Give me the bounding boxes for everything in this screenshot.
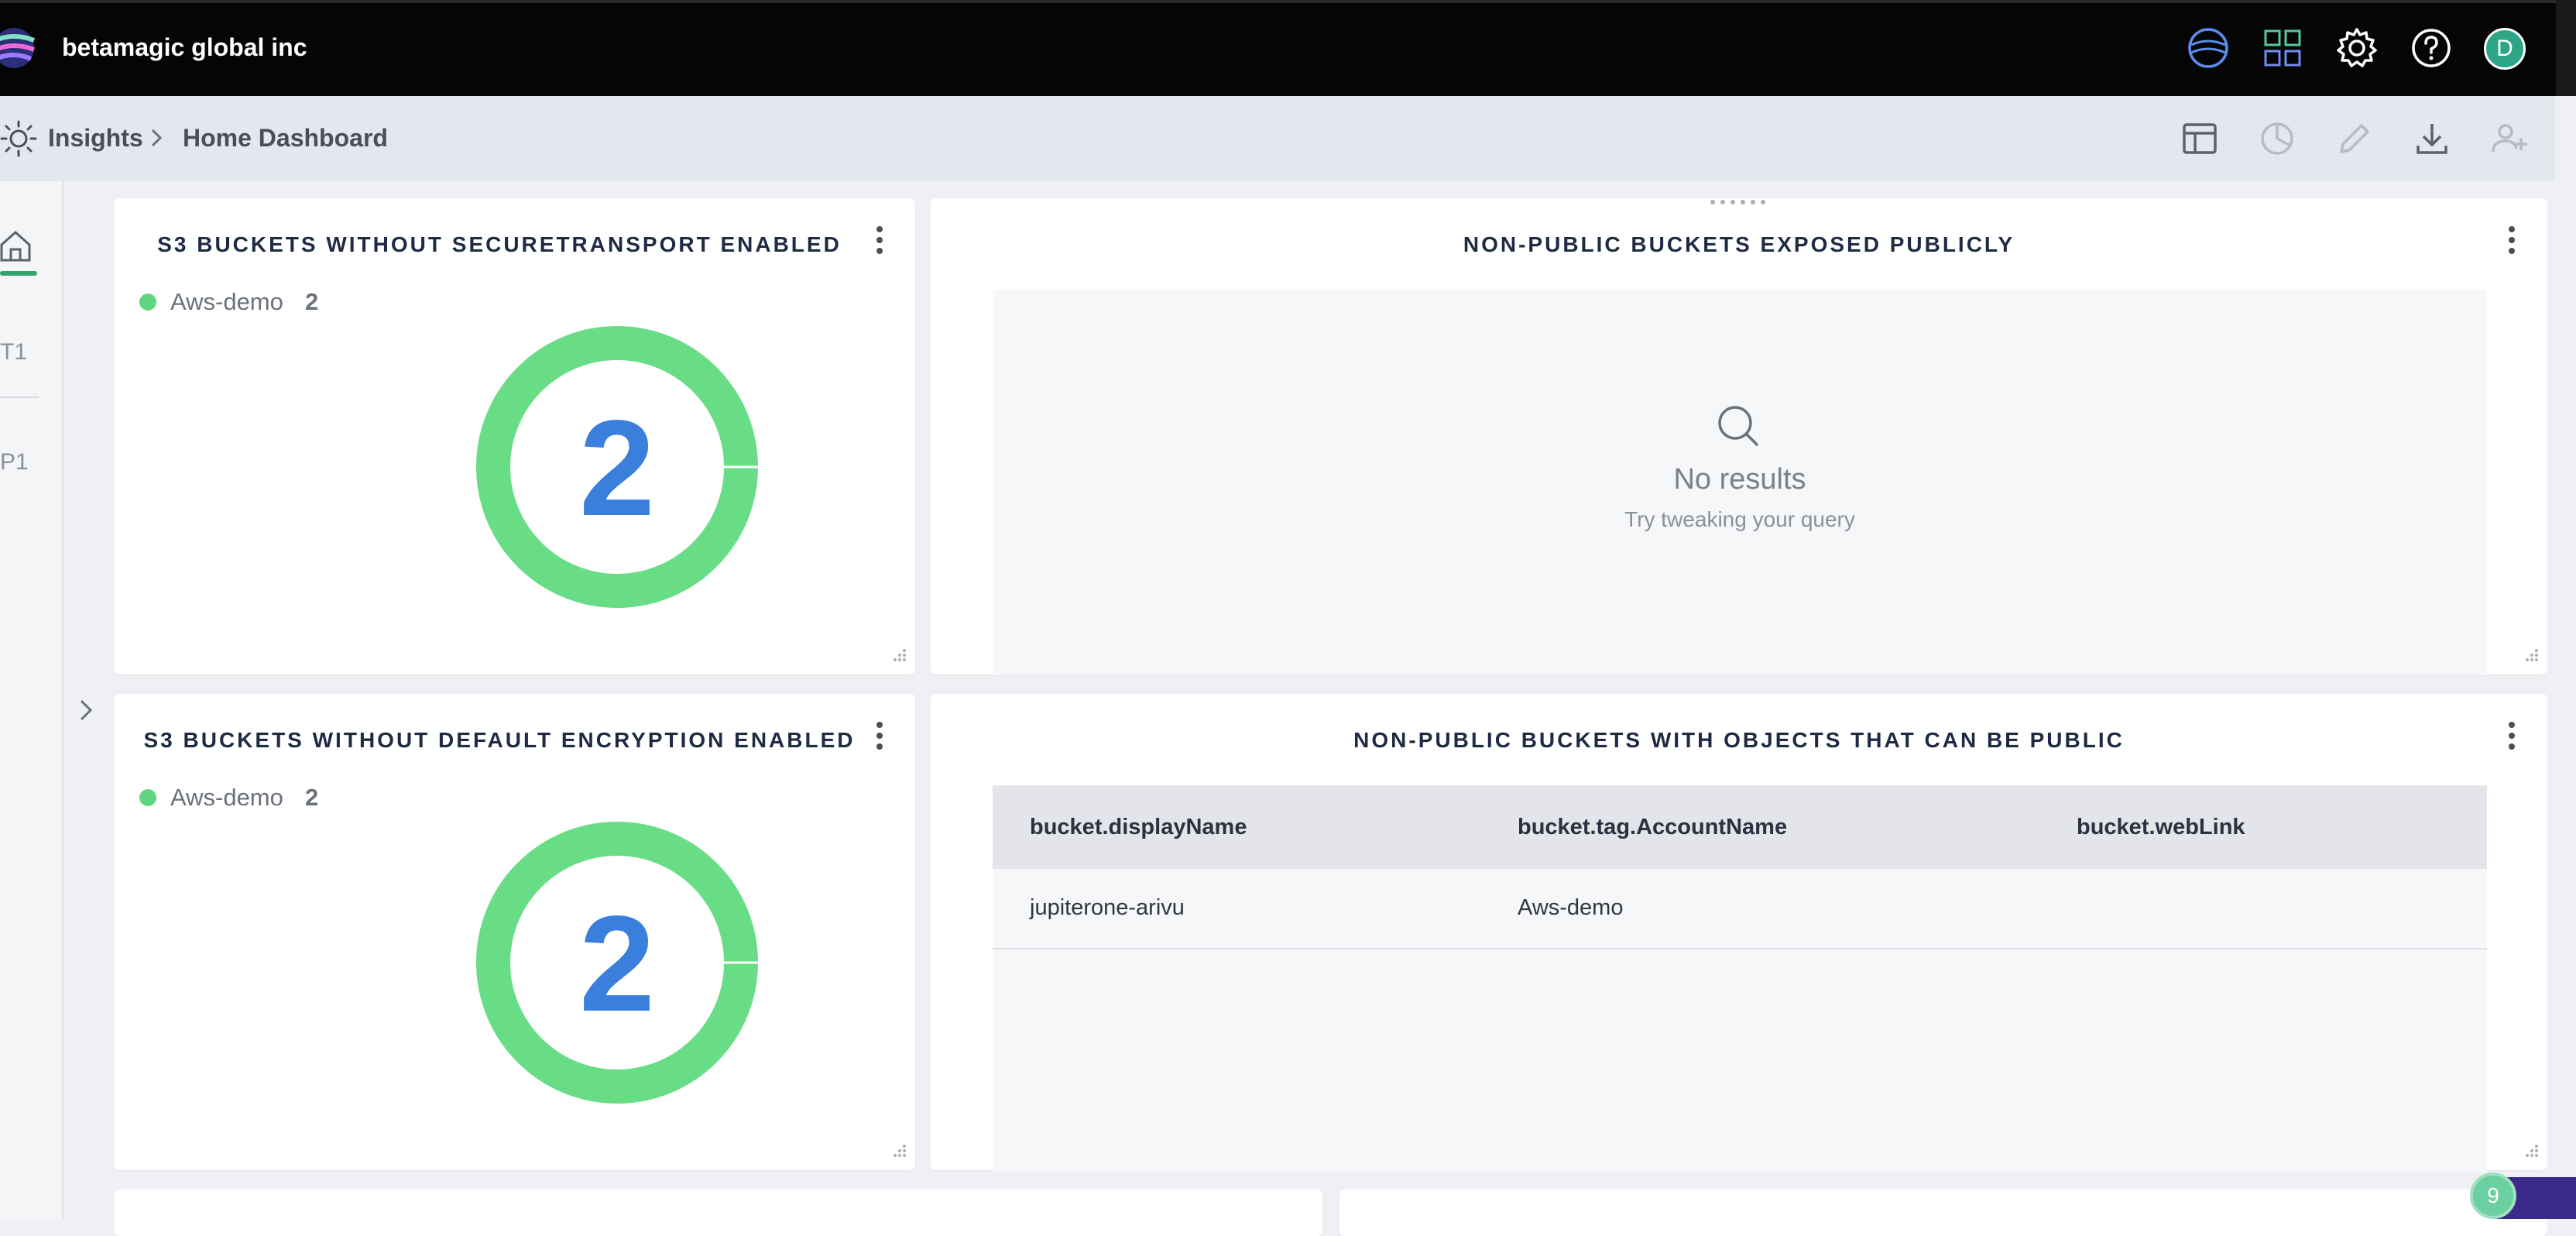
resize-handle-icon[interactable]: [889, 1143, 907, 1162]
panel-title: NON-PUBLIC BUCKETS WITH OBJECTS THAT CAN…: [1353, 728, 2125, 752]
pencil-icon[interactable]: [2334, 118, 2375, 160]
legend-count: 2: [305, 784, 319, 811]
pie-chart-icon[interactable]: [2256, 118, 2298, 160]
insights-sun-icon: [0, 120, 37, 157]
table-row[interactable]: [993, 869, 2487, 949]
legend-count: 2: [305, 288, 319, 315]
jupiterone-globe-icon[interactable]: [2187, 26, 2230, 70]
apps-grid-icon[interactable]: [2261, 26, 2304, 70]
gear-icon[interactable]: [2335, 26, 2379, 70]
expand-chevron-icon[interactable]: [74, 697, 98, 723]
no-results-title: No results: [1673, 463, 1806, 496]
search-icon: [1718, 406, 1758, 446]
jupiterone-logo-icon[interactable]: [0, 25, 40, 71]
table-cell: jupiterone-arivu: [1030, 895, 1185, 920]
kebab-menu-icon[interactable]: [2504, 719, 2519, 753]
user-avatar[interactable]: D: [2484, 28, 2526, 70]
resize-handle-icon[interactable]: [889, 647, 907, 666]
column-header[interactable]: bucket.displayName: [1030, 815, 1247, 840]
table-cell: Aws-demo: [1518, 895, 1624, 920]
resize-handle-icon[interactable]: [2521, 647, 2540, 666]
notification-badge[interactable]: 9: [2470, 1172, 2516, 1219]
add-user-icon[interactable]: [2489, 118, 2530, 160]
kebab-menu-icon[interactable]: [872, 223, 887, 257]
rail-divider: [0, 397, 39, 398]
no-results-subtitle: Try tweaking your query: [1624, 507, 1855, 531]
download-icon[interactable]: [2411, 118, 2453, 160]
rail-active-indicator: [0, 271, 37, 276]
panel-title: NON-PUBLIC BUCKETS EXPOSED PUBLICLY: [1463, 232, 2015, 256]
kebab-menu-icon[interactable]: [2504, 223, 2519, 257]
org-name[interactable]: betamagic global inc: [62, 33, 307, 62]
left-rail: [0, 181, 63, 1219]
donut-chart: 2: [476, 822, 760, 1104]
donut-center-value: 2: [579, 888, 655, 1040]
donut-chart: 2: [476, 326, 760, 608]
drag-handle-icon[interactable]: [1708, 198, 1770, 206]
legend-dot: [139, 294, 156, 311]
page-scroll-gutter: [2555, 96, 2576, 1219]
rail-item-p1[interactable]: P1: [0, 449, 29, 476]
legend-label[interactable]: Aws-demo: [170, 288, 283, 316]
kebab-menu-icon[interactable]: [872, 719, 887, 753]
layout-icon[interactable]: [2179, 118, 2221, 160]
donut-center-value: 2: [579, 393, 655, 544]
help-icon[interactable]: [2410, 26, 2453, 70]
rail-item-t1[interactable]: T1: [0, 339, 27, 366]
breadcrumb-insights[interactable]: Insights: [48, 124, 143, 153]
panel-title: S3 BUCKETS WITHOUT DEFAULT ENCRYPTION EN…: [143, 728, 856, 752]
column-header[interactable]: bucket.tag.AccountName: [1518, 815, 1787, 840]
panel-title: S3 BUCKETS WITHOUT SECURETRANSPORT ENABL…: [157, 232, 842, 256]
home-icon[interactable]: [0, 229, 33, 262]
column-header[interactable]: bucket.webLink: [2077, 815, 2245, 840]
legend-label[interactable]: Aws-demo: [170, 784, 283, 812]
panel-next-right: [1339, 1190, 2547, 1236]
legend-dot: [139, 789, 156, 806]
window-edge: [2556, 0, 2576, 96]
breadcrumb-home-dashboard: Home Dashboard: [183, 124, 388, 152]
chevron-right-icon: [151, 129, 163, 147]
resize-handle-icon[interactable]: [2521, 1143, 2540, 1162]
panel-next-left: [115, 1190, 1322, 1236]
